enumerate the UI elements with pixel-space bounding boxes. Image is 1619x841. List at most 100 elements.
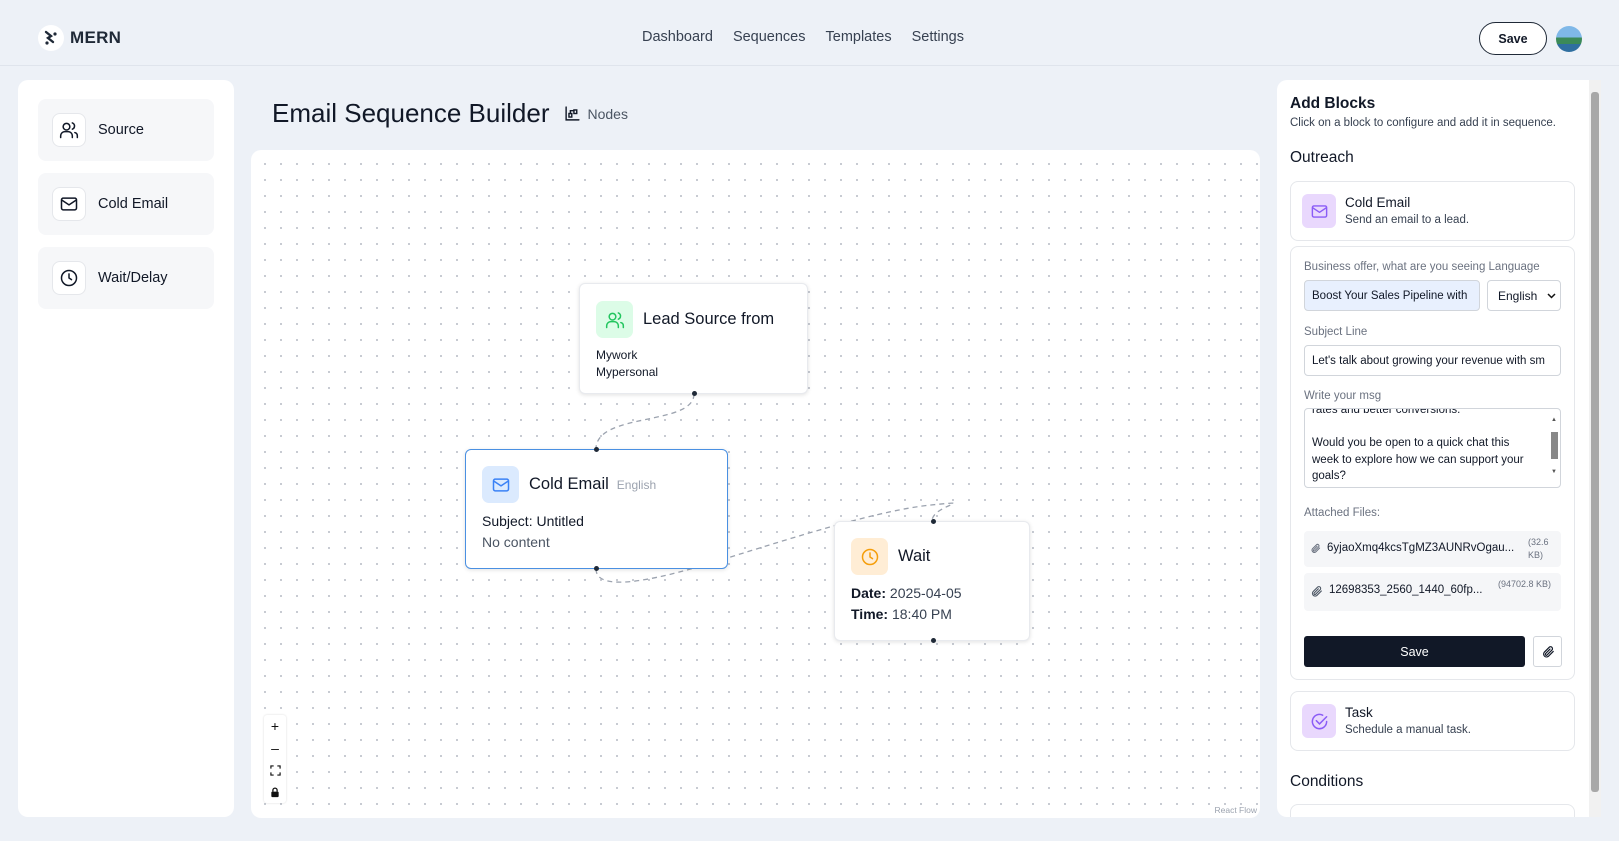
zoom-in-button[interactable]: + xyxy=(264,715,286,737)
form-save-button[interactable]: Save xyxy=(1304,636,1525,667)
nav-templates[interactable]: Templates xyxy=(826,29,892,45)
sidebar-item-wait-delay[interactable]: Wait/Delay xyxy=(38,247,214,309)
nav-dashboard[interactable]: Dashboard xyxy=(642,29,713,45)
wait-time-label: Time: xyxy=(851,606,889,622)
nav-sequences[interactable]: Sequences xyxy=(733,29,806,45)
node-handle[interactable] xyxy=(594,447,599,452)
sidebar-item-label: Source xyxy=(98,122,144,138)
lead-source-item: Mywork xyxy=(596,348,638,362)
textarea-scrollbar[interactable]: ▲ ▼ xyxy=(1549,410,1559,486)
scrollbar-thumb[interactable] xyxy=(1591,92,1599,792)
node-title: Cold Email xyxy=(529,475,609,493)
node-handle[interactable] xyxy=(594,566,599,571)
paperclip-icon xyxy=(1311,586,1322,597)
subject-input[interactable]: Let's talk about growing your revenue wi… xyxy=(1304,345,1561,376)
mail-icon xyxy=(1302,194,1336,228)
node-handle[interactable] xyxy=(931,519,936,524)
node-header: Cold Email English xyxy=(482,466,656,503)
node-handle[interactable] xyxy=(931,638,936,643)
wait-time: Time: 18:40 PM xyxy=(851,606,952,622)
panel-subtitle: Click on a block to configure and add it… xyxy=(1290,117,1556,129)
files-label: Attached Files: xyxy=(1304,507,1381,519)
attached-file[interactable]: 12698353_2560_1440_60fp... (94702.8 KB) xyxy=(1304,573,1561,611)
edge-lead-to-email xyxy=(595,393,695,450)
nav-settings[interactable]: Settings xyxy=(912,29,964,45)
page-header: Email Sequence Builder Nodes xyxy=(272,98,628,129)
sidebar-item-label: Cold Email xyxy=(98,196,169,212)
users-icon xyxy=(52,113,86,147)
panel-scrollbar[interactable] xyxy=(1589,80,1601,817)
subject-label: Subject Line xyxy=(1304,326,1368,338)
offer-label: Business offer, what are you seeing Lang… xyxy=(1304,261,1540,273)
outreach-heading: Outreach xyxy=(1290,149,1354,166)
left-sidebar: Source Cold Email Wait/Delay xyxy=(18,80,234,817)
file-size: (94702.8 KB) xyxy=(1498,579,1552,589)
message-line: week to explore how we can support your xyxy=(1312,453,1524,466)
wait-time-value: 18:40 PM xyxy=(891,606,952,622)
react-flow-attribution[interactable]: React Flow xyxy=(1214,805,1257,815)
logo-text: MERN xyxy=(70,28,122,47)
offer-input[interactable]: Boost Your Sales Pipeline with xyxy=(1304,280,1480,311)
email-subject: Subject: Untitled xyxy=(482,513,584,529)
block-description: Schedule a manual task. xyxy=(1345,724,1471,736)
top-bar: MERN Dashboard Sequences Templates Setti… xyxy=(0,0,1619,66)
block-name: Cold Email xyxy=(1345,195,1411,210)
flow-edges xyxy=(595,393,955,583)
lock-button[interactable] xyxy=(264,781,286,803)
panel-title: Add Blocks xyxy=(1290,95,1376,112)
wait-date-label: Date: xyxy=(851,585,887,601)
lead-source-item: Mypersonal xyxy=(596,365,659,379)
attached-file[interactable]: 6yjaoXmq4kcsTgMZ3AUNRvOgau... (32.6 KB) xyxy=(1304,531,1561,567)
mail-icon xyxy=(482,466,519,503)
file-size: (32.6 KB) xyxy=(1528,537,1549,560)
sidebar-item-cold-email[interactable]: Cold Email xyxy=(38,173,214,235)
wait-node[interactable]: Wait Date: 2025-04-05 Time: 18:40 PM xyxy=(834,519,1030,643)
conditions-heading: Conditions xyxy=(1290,773,1364,790)
sidebar-item-source[interactable]: Source xyxy=(38,99,214,161)
clock-icon xyxy=(52,261,86,295)
email-content: No content xyxy=(482,534,550,550)
user-avatar[interactable] xyxy=(1556,26,1582,52)
nodes-tag: Nodes xyxy=(564,105,628,122)
sidebar-item-label: Wait/Delay xyxy=(98,270,168,286)
node-title: Lead Source from xyxy=(643,310,775,328)
node-title: Wait xyxy=(898,547,931,565)
page-title: Email Sequence Builder xyxy=(272,98,550,128)
message-line: goals? xyxy=(1312,470,1346,482)
flow-canvas[interactable]: Lead Source from Mywork Mypersonal Cold … xyxy=(251,150,1260,818)
header-save-button[interactable]: Save xyxy=(1479,22,1547,55)
lock-icon xyxy=(271,786,279,797)
lead-source-node[interactable]: Lead Source from Mywork Mypersonal xyxy=(579,283,808,396)
paperclip-icon xyxy=(1542,645,1554,657)
zoom-out-button[interactable]: – xyxy=(264,737,286,759)
message-line: Would you be open to a quick chat this xyxy=(1312,437,1510,449)
task-block[interactable]: Task Schedule a manual task. xyxy=(1290,691,1575,751)
node-handle[interactable] xyxy=(692,391,697,396)
node-header: Wait xyxy=(851,538,930,575)
cold-email-node[interactable]: Cold Email English Subject: Untitled No … xyxy=(465,447,728,571)
message-line xyxy=(1312,419,1540,436)
nodes-label: Nodes xyxy=(587,105,628,122)
logo[interactable]: MERN xyxy=(38,25,121,51)
check-circle-icon xyxy=(1302,704,1336,738)
wait-date-value: 2025-04-05 xyxy=(889,585,962,601)
language-tag: English xyxy=(616,477,657,492)
zoom-controls: + – xyxy=(264,715,286,803)
attach-file-button[interactable] xyxy=(1533,636,1562,667)
file-name: 12698353_2560_1440_60fp... xyxy=(1329,584,1483,596)
block-name: Task xyxy=(1345,705,1373,720)
logo-icon xyxy=(38,25,64,51)
node-header: Lead Source from xyxy=(596,301,774,338)
clock-icon xyxy=(851,538,888,575)
language-select[interactable]: English xyxy=(1487,280,1561,311)
cold-email-block[interactable]: Cold Email Send an email to a lead. xyxy=(1290,181,1575,241)
condition-block[interactable] xyxy=(1290,804,1575,817)
message-label: Write your msg xyxy=(1304,390,1382,402)
message-textarea[interactable]: rates and better conversions. Would you … xyxy=(1304,408,1561,488)
chevron-down-icon xyxy=(1547,292,1556,299)
fit-view-button[interactable] xyxy=(264,759,286,781)
block-description: Send an email to a lead. xyxy=(1345,214,1470,226)
message-line: rates and better conversions. xyxy=(1312,408,1461,416)
wait-date: Date: 2025-04-05 xyxy=(851,585,962,601)
workflow-icon xyxy=(564,106,580,121)
